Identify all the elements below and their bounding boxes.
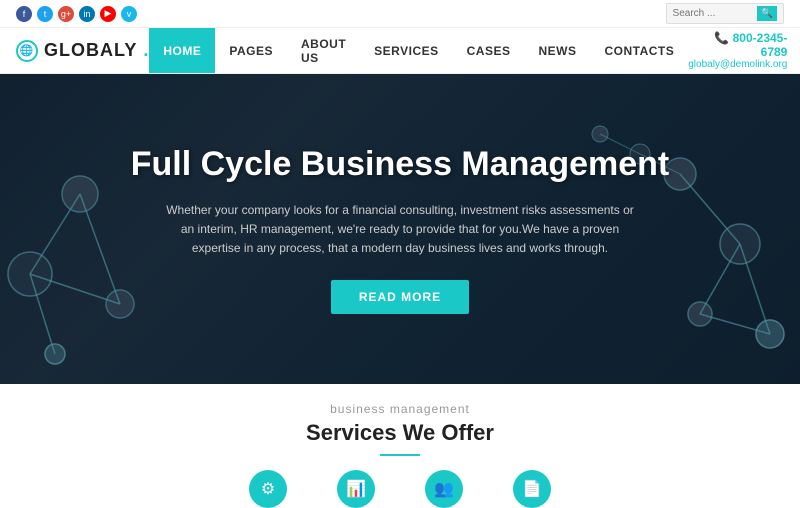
- email-address[interactable]: globaly@demolink.org: [688, 59, 787, 70]
- hero-section: Full Cycle Business Management Whether y…: [0, 74, 800, 384]
- phone-icon: 📞: [714, 31, 729, 45]
- title-underline: [380, 454, 420, 456]
- service-icon-4[interactable]: 📄: [513, 470, 551, 508]
- services-subtitle: business management: [20, 402, 780, 416]
- hero-title: Full Cycle Business Management: [131, 144, 670, 185]
- services-title: Services We Offer: [20, 420, 780, 446]
- hero-description: Whether your company looks for a financi…: [160, 201, 640, 259]
- services-section: business management Services We Offer ⚙ …: [0, 384, 800, 500]
- nav-contacts[interactable]: CONTACTS: [590, 28, 688, 73]
- vimeo-icon[interactable]: v: [121, 6, 137, 22]
- logo[interactable]: 🌐 GLOBALY.: [16, 40, 149, 62]
- service-icon-3[interactable]: 👥: [425, 470, 463, 508]
- nav-about[interactable]: ABOUT US: [287, 28, 360, 73]
- social-icons: f t g+ in ▶ v: [16, 6, 137, 22]
- googleplus-icon[interactable]: g+: [58, 6, 74, 22]
- nav-cases[interactable]: CASES: [453, 28, 525, 73]
- phone-number[interactable]: 📞 800-2345-6789: [688, 31, 787, 59]
- search-input[interactable]: [673, 8, 753, 19]
- linkedin-icon[interactable]: in: [79, 6, 95, 22]
- contact-info: 📞 800-2345-6789 globaly@demolink.org: [688, 31, 787, 70]
- nav-home[interactable]: HOME: [149, 28, 215, 73]
- search-box[interactable]: 🔍: [666, 3, 784, 24]
- logo-icon: 🌐: [16, 40, 38, 62]
- logo-text: GLOBALY: [44, 40, 137, 61]
- nav-bar: 🌐 GLOBALY. HOME PAGES ABOUT US SERVICES …: [0, 28, 800, 74]
- nav-services[interactable]: SERVICES: [360, 28, 452, 73]
- top-bar: f t g+ in ▶ v 🔍: [0, 0, 800, 28]
- service-icons-row: ⚙ 📊 👥 📄: [20, 470, 780, 508]
- nav-pages[interactable]: PAGES: [215, 28, 287, 73]
- read-more-button[interactable]: READ MORE: [331, 280, 469, 314]
- facebook-icon[interactable]: f: [16, 6, 32, 22]
- nav-links: HOME PAGES ABOUT US SERVICES CASES NEWS …: [149, 28, 688, 73]
- twitter-icon[interactable]: t: [37, 6, 53, 22]
- youtube-icon[interactable]: ▶: [100, 6, 116, 22]
- service-icon-2[interactable]: 📊: [337, 470, 375, 508]
- search-button[interactable]: 🔍: [757, 6, 777, 21]
- hero-content: Full Cycle Business Management Whether y…: [111, 144, 690, 314]
- nav-news[interactable]: NEWS: [524, 28, 590, 73]
- service-icon-1[interactable]: ⚙: [249, 470, 287, 508]
